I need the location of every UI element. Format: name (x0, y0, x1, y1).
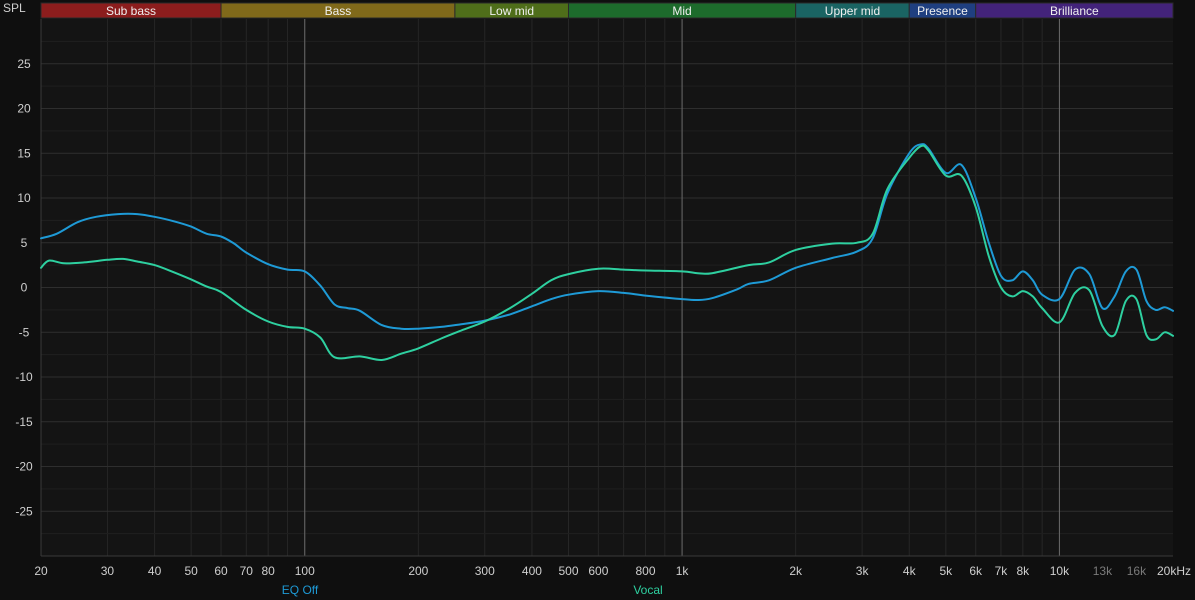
y-tick-label: 20 (17, 102, 31, 116)
x-tick-label: 400 (522, 564, 542, 578)
x-tick-label: 7k (995, 564, 1009, 578)
legend-item-eq-off[interactable]: EQ Off (282, 583, 319, 597)
x-tick-label: 50 (184, 564, 198, 578)
y-tick-label: -5 (19, 325, 30, 339)
x-tick-label: 16k (1127, 564, 1147, 578)
y-tick-label: -20 (15, 460, 33, 474)
y-tick-label: 0 (21, 281, 28, 295)
x-tick-label: 60 (214, 564, 228, 578)
x-tick-label: 8k (1017, 564, 1031, 578)
band-label: Presence (917, 4, 968, 18)
x-tick-label: 5k (939, 564, 953, 578)
y-tick-label: 10 (17, 191, 31, 205)
x-tick-label: 20 (34, 564, 48, 578)
x-tick-label: 6k (969, 564, 983, 578)
band-label: Low mid (489, 4, 534, 18)
x-tick-label: 20kHz (1157, 564, 1191, 578)
x-tick-label: 13k (1093, 564, 1113, 578)
band-label: Upper mid (825, 4, 880, 18)
x-tick-label: 4k (903, 564, 917, 578)
x-tick-label: 1k (676, 564, 690, 578)
band-label: Mid (672, 4, 691, 18)
y-tick-label: -25 (15, 504, 33, 518)
x-tick-label: 30 (101, 564, 115, 578)
x-tick-label: 40 (148, 564, 162, 578)
y-axis-label: SPL (3, 1, 26, 15)
x-tick-label: 500 (558, 564, 578, 578)
x-tick-label: 200 (408, 564, 428, 578)
band-label: Brilliance (1050, 4, 1099, 18)
x-tick-label: 70 (240, 564, 254, 578)
band-label: Bass (325, 4, 352, 18)
y-tick-label: -15 (15, 415, 33, 429)
frequency-response-chart: Sub bass Bass Low mid Mid Upper mid Presence B… (0, 0, 1195, 600)
x-tick-label: 3k (856, 564, 870, 578)
x-tick-label: 600 (588, 564, 608, 578)
x-tick-label: 2k (789, 564, 803, 578)
legend: EQ Off Vocal (282, 583, 663, 597)
x-tick-label: 800 (635, 564, 655, 578)
y-tick-label: -10 (15, 370, 33, 384)
x-tick-label: 10k (1050, 564, 1070, 578)
y-tick-label: 25 (17, 57, 31, 71)
legend-item-vocal[interactable]: Vocal (633, 583, 662, 597)
band-bar: Sub bass Bass Low mid Mid Upper mid Presence B… (40, 2, 1174, 19)
x-tick-label: 300 (475, 564, 495, 578)
chart-svg: Sub bass Bass Low mid Mid Upper mid Presence B… (3, 1, 1191, 597)
y-tick-label: 5 (21, 236, 28, 250)
y-tick-label: 15 (17, 146, 31, 160)
x-tick-label: 80 (261, 564, 275, 578)
band-label: Sub bass (106, 4, 156, 18)
x-tick-label: 100 (295, 564, 315, 578)
